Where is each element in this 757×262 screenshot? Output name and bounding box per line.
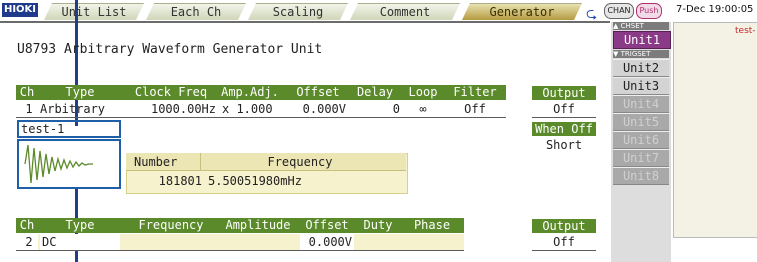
- waveform-name-callout[interactable]: test-1: [17, 120, 121, 138]
- fg-row-divider: [16, 250, 464, 251]
- info-number-header: Number: [134, 155, 178, 169]
- tab-each-ch[interactable]: Each Ch: [146, 3, 246, 20]
- when-off-value[interactable]: Short: [532, 138, 596, 152]
- gen-offset-value[interactable]: 0.000V: [286, 102, 346, 116]
- tab-comment[interactable]: Comment: [350, 3, 460, 20]
- chan-pill[interactable]: CHAN: [604, 3, 634, 19]
- gen-delay-value[interactable]: 0: [350, 102, 400, 116]
- gen-amp-adj-value[interactable]: x 1.000: [222, 102, 280, 116]
- waveform-list-panel[interactable]: [673, 22, 757, 238]
- unit-button-4[interactable]: Unit4: [613, 95, 669, 113]
- gen-col-filter: Filter: [453, 85, 497, 99]
- chset-label: ▲ CHSET: [613, 22, 669, 30]
- gen-col-type: Type: [65, 85, 95, 99]
- tab-generator[interactable]: Generator: [462, 3, 582, 20]
- gen-filter-value[interactable]: Off: [446, 102, 504, 116]
- info-number-value: 181801: [158, 174, 202, 188]
- gen-loop-value[interactable]: ∞: [402, 102, 444, 116]
- unit-button-2[interactable]: Unit2: [613, 59, 669, 77]
- fg-type-value[interactable]: DC: [42, 235, 120, 249]
- fg-col-offset: Offset: [305, 218, 349, 232]
- fg-duty-value[interactable]: [356, 235, 400, 249]
- output2-value[interactable]: Off: [532, 235, 596, 249]
- unit-button-3[interactable]: Unit3: [613, 77, 669, 95]
- gen-col-amp-adj: Amp.Adj.: [221, 85, 279, 99]
- when-off-header: When Off: [532, 122, 596, 136]
- unit-button-6[interactable]: Unit6: [613, 131, 669, 149]
- waveform-list-item[interactable]: test-: [735, 26, 756, 36]
- output1-header: Output: [532, 86, 596, 100]
- trigset-text: TRIGSET: [620, 50, 651, 58]
- switch-arrow-icon[interactable]: ⮎: [586, 3, 597, 27]
- datetime: 7-Dec 19:00:05: [676, 4, 754, 15]
- output2-header: Output: [532, 219, 596, 233]
- gen-ch-value: 1: [25, 102, 33, 116]
- info-divider: [200, 153, 201, 170]
- gen-col-ch: Ch: [19, 85, 35, 99]
- gen-col-loop: Loop: [408, 85, 438, 99]
- gen-type-value[interactable]: Arbitrary: [40, 102, 120, 116]
- fg-phase-value[interactable]: [402, 235, 462, 249]
- fg-col-frequency: Frequency: [138, 218, 204, 232]
- hioki-logo: HIOKI: [2, 3, 38, 17]
- gen-col-clock-freq: Clock Freq: [134, 85, 208, 99]
- waveform-preview-icon: [24, 144, 93, 184]
- tab-unit-list[interactable]: Unit List: [44, 3, 144, 20]
- page-title: U8793 Arbitrary Waveform Generator Unit: [17, 42, 323, 57]
- gen-col-delay: Delay: [356, 85, 394, 99]
- waveform-thumbnail[interactable]: [17, 139, 121, 189]
- gen-clock-freq-value[interactable]: 1000.00Hz: [126, 102, 216, 116]
- trigset-label: ▼ TRIGSET: [613, 50, 669, 58]
- gen-col-offset: Offset: [296, 85, 340, 99]
- fg-ch-value: 2: [25, 235, 33, 249]
- unit-button-7[interactable]: Unit7: [613, 149, 669, 167]
- tab-underline: [0, 21, 610, 23]
- gen-row-divider: [16, 117, 506, 118]
- fg-col-phase: Phase: [413, 218, 451, 232]
- fg-col-type: Type: [65, 218, 95, 232]
- output1-divider: [532, 117, 596, 118]
- fg-frequency-value[interactable]: [126, 235, 216, 249]
- info-frequency-header: Frequency: [267, 155, 333, 169]
- fg-offset-value[interactable]: 0.000V: [300, 235, 352, 249]
- push-pill[interactable]: Push: [636, 3, 662, 19]
- unit-button-8[interactable]: Unit8: [613, 167, 669, 185]
- tab-scaling[interactable]: Scaling: [248, 3, 348, 20]
- waveform-name: test-1: [21, 122, 65, 136]
- fg-col-amplitude: Amplitude: [225, 218, 291, 232]
- chset-text: CHSET: [620, 22, 644, 30]
- fg-amplitude-value[interactable]: [218, 235, 298, 249]
- info-frequency-value: 5.50051980mHz: [208, 174, 302, 188]
- output2-divider: [532, 250, 596, 251]
- output1-value[interactable]: Off: [532, 102, 596, 116]
- fg-col-ch: Ch: [19, 218, 35, 232]
- fg-col-duty: Duty: [363, 218, 393, 232]
- unit-button-1[interactable]: Unit1: [613, 31, 671, 49]
- unit-button-5[interactable]: Unit5: [613, 113, 669, 131]
